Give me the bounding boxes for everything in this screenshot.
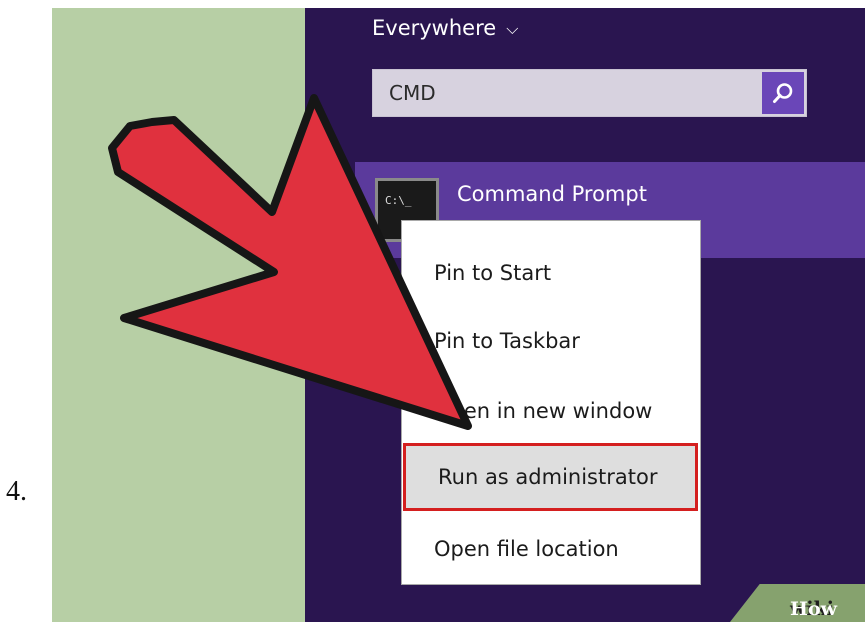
step-number: 4. [6,476,27,507]
red-pointer-arrow [108,94,472,430]
screenshot-frame: Everywhere ⌵ CMD C:\_ Command Prompt Pin… [52,8,865,622]
